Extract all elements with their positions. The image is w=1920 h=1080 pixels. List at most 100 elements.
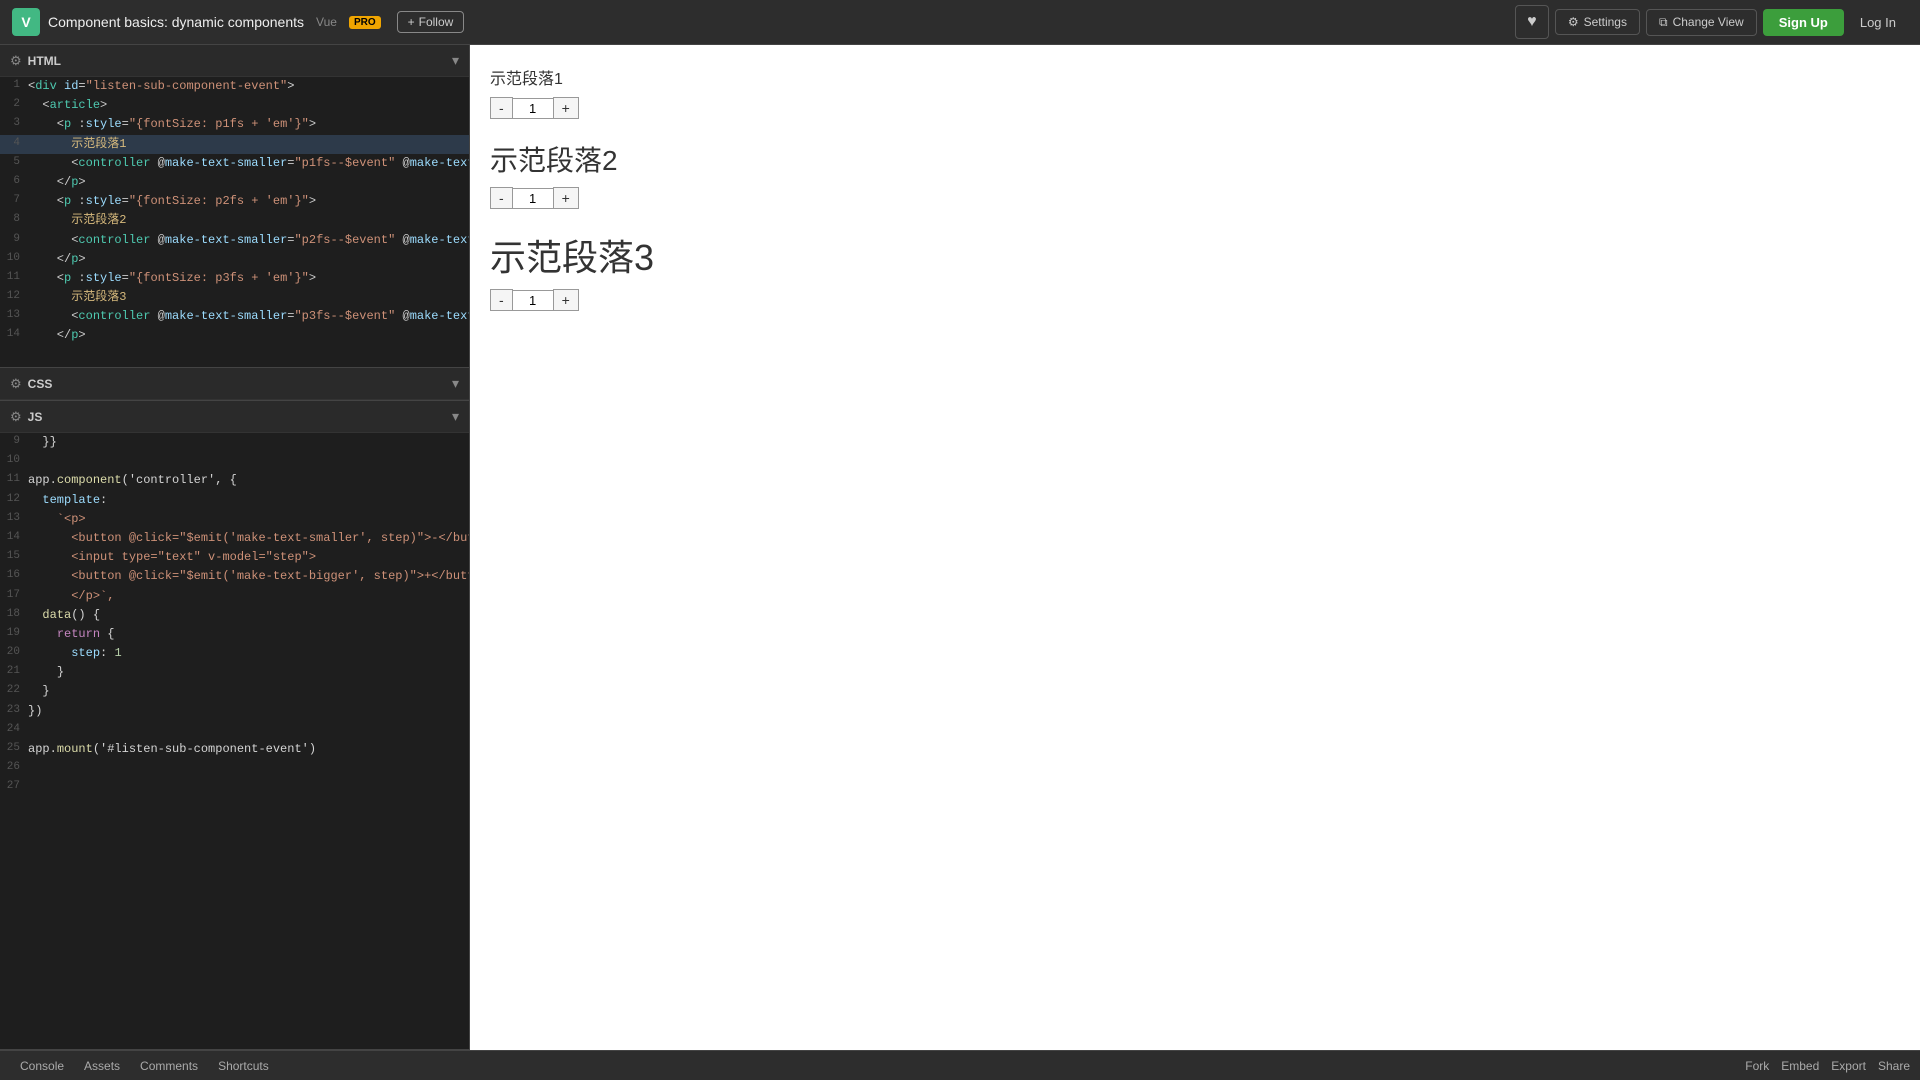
change-view-button[interactable]: ⧉ Change View [1646, 9, 1757, 36]
js-panel-title: JS [28, 410, 452, 424]
code-line: 14 </p> [0, 326, 469, 345]
gear-icon: ⚙ [1568, 15, 1579, 29]
counter-increase-1[interactable]: + [553, 97, 579, 119]
preview-text-3: 示范段落3 [490, 229, 1900, 281]
code-line: 7 <p :style="{fontSize: p2fs + 'em'}"> [0, 192, 469, 211]
preview-section-3: 示范段落3 - + [490, 229, 1900, 311]
html-code-body[interactable]: 1 <div id="listen-sub-component-event"> … [0, 77, 469, 367]
css-gear-icon[interactable]: ⚙ [10, 376, 22, 392]
follow-button[interactable]: + Follow [397, 11, 465, 33]
heart-button[interactable]: ♥ [1515, 5, 1549, 39]
changeview-icon: ⧉ [1659, 15, 1668, 30]
comments-tab[interactable]: Comments [130, 1051, 208, 1080]
code-line: 22 } [0, 682, 469, 701]
css-panel-header: ⚙ CSS ▾ [0, 368, 469, 400]
code-line: 5 <controller @make-text-smaller="p1fs--… [0, 154, 469, 173]
css-panel: ⚙ CSS ▾ [0, 368, 469, 401]
js-code-body[interactable]: 9 }} 10 11 app.component('controller', {… [0, 433, 469, 1049]
js-collapse-button[interactable]: ▾ [452, 408, 459, 425]
code-line: 21 } [0, 663, 469, 682]
code-line: 1 <div id="listen-sub-component-event"> [0, 77, 469, 96]
js-panel-header: ⚙ JS ▾ [0, 401, 469, 433]
code-line: 24 [0, 721, 469, 740]
html-gear-icon[interactable]: ⚙ [10, 53, 22, 69]
bottom-bar: Console Assets Comments Shortcuts Fork E… [0, 1050, 1920, 1080]
html-panel-header: ⚙ HTML ▾ [0, 45, 469, 77]
code-line: 16 <button @click="$emit('make-text-bigg… [0, 567, 469, 586]
preview-text-2: 示范段落2 [490, 139, 1900, 179]
code-line: 23 }) [0, 702, 469, 721]
assets-tab[interactable]: Assets [74, 1051, 130, 1080]
code-line: 10 [0, 452, 469, 471]
counter-decrease-1[interactable]: - [490, 97, 513, 119]
code-line: 12 示范段落3 [0, 288, 469, 307]
counter-control-1: - + [490, 97, 1900, 119]
framework-label: Vue [316, 15, 337, 29]
shortcuts-tab[interactable]: Shortcuts [208, 1051, 279, 1080]
counter-increase-2[interactable]: + [553, 187, 579, 209]
counter-input-2[interactable] [513, 188, 553, 209]
code-line: 26 [0, 759, 469, 778]
counter-increase-3[interactable]: + [553, 289, 579, 311]
code-line: 13 <controller @make-text-smaller="p3fs-… [0, 307, 469, 326]
code-line: 9 }} [0, 433, 469, 452]
signup-button[interactable]: Sign Up [1763, 9, 1844, 36]
counter-control-3: - + [490, 289, 1900, 311]
code-line: 9 <controller @make-text-smaller="p2fs--… [0, 231, 469, 250]
console-tab[interactable]: Console [10, 1051, 74, 1080]
pro-badge: PRO [349, 16, 381, 29]
css-collapse-button[interactable]: ▾ [452, 375, 459, 392]
code-line: 11 <p :style="{fontSize: p3fs + 'em'}"> [0, 269, 469, 288]
topbar: V Component basics: dynamic components V… [0, 0, 1920, 45]
heart-icon: ♥ [1527, 13, 1537, 31]
export-action[interactable]: Export [1831, 1059, 1866, 1073]
js-gear-icon[interactable]: ⚙ [10, 409, 22, 425]
preview-section-1: 示范段落1 - + [490, 65, 1900, 119]
follow-icon: + [408, 15, 415, 29]
html-panel-title: HTML [28, 54, 452, 68]
app-logo-icon: V [12, 8, 40, 36]
code-line: 17 </p>`, [0, 587, 469, 606]
code-line: 3 <p :style="{fontSize: p1fs + 'em'}"> [0, 115, 469, 134]
html-collapse-button[interactable]: ▾ [452, 52, 459, 69]
code-line: 18 data() { [0, 606, 469, 625]
changeview-label: Change View [1673, 15, 1744, 29]
js-panel: ⚙ JS ▾ 9 }} 10 11 app.component('control… [0, 401, 469, 1050]
follow-label: Follow [419, 15, 454, 29]
code-line: 15 <input type="text" v-model="step"> [0, 548, 469, 567]
preview-text-1: 示范段落1 [490, 65, 1900, 89]
code-line: 20 step: 1 [0, 644, 469, 663]
code-line: 13 `<p> [0, 510, 469, 529]
counter-decrease-3[interactable]: - [490, 289, 513, 311]
settings-label: Settings [1584, 15, 1627, 29]
code-line: 10 </p> [0, 250, 469, 269]
code-line: 2 <article> [0, 96, 469, 115]
preview-section-2: 示范段落2 - + [490, 139, 1900, 209]
bottom-right-actions: Fork Embed Export Share [1745, 1059, 1910, 1073]
code-line: 14 <button @click="$emit('make-text-smal… [0, 529, 469, 548]
login-button[interactable]: Log In [1848, 9, 1908, 36]
code-line: 25 app.mount('#listen-sub-component-even… [0, 740, 469, 759]
fork-action[interactable]: Fork [1745, 1059, 1769, 1073]
code-line: 19 return { [0, 625, 469, 644]
code-line: 4 示范段落1 [0, 135, 469, 154]
code-line: 6 </p> [0, 173, 469, 192]
counter-control-2: - + [490, 187, 1900, 209]
embed-action[interactable]: Embed [1781, 1059, 1819, 1073]
preview-panel: 示范段落1 - + 示范段落2 - + 示范段落3 - + [470, 45, 1920, 1050]
code-line: 27 [0, 778, 469, 797]
counter-decrease-2[interactable]: - [490, 187, 513, 209]
app-title: Component basics: dynamic components [48, 14, 304, 30]
counter-input-3[interactable] [513, 290, 553, 311]
share-action[interactable]: Share [1878, 1059, 1910, 1073]
left-panels: ⚙ HTML ▾ 1 <div id="listen-sub-component… [0, 45, 470, 1050]
logo-area: V Component basics: dynamic components V… [12, 8, 464, 36]
css-panel-title: CSS [28, 377, 452, 391]
main-area: ⚙ HTML ▾ 1 <div id="listen-sub-component… [0, 45, 1920, 1050]
settings-button[interactable]: ⚙ Settings [1555, 9, 1640, 35]
counter-input-1[interactable] [513, 98, 553, 119]
code-line: 8 示范段落2 [0, 211, 469, 230]
html-panel: ⚙ HTML ▾ 1 <div id="listen-sub-component… [0, 45, 469, 368]
code-line: 11 app.component('controller', { [0, 471, 469, 490]
code-line: 12 template: [0, 491, 469, 510]
